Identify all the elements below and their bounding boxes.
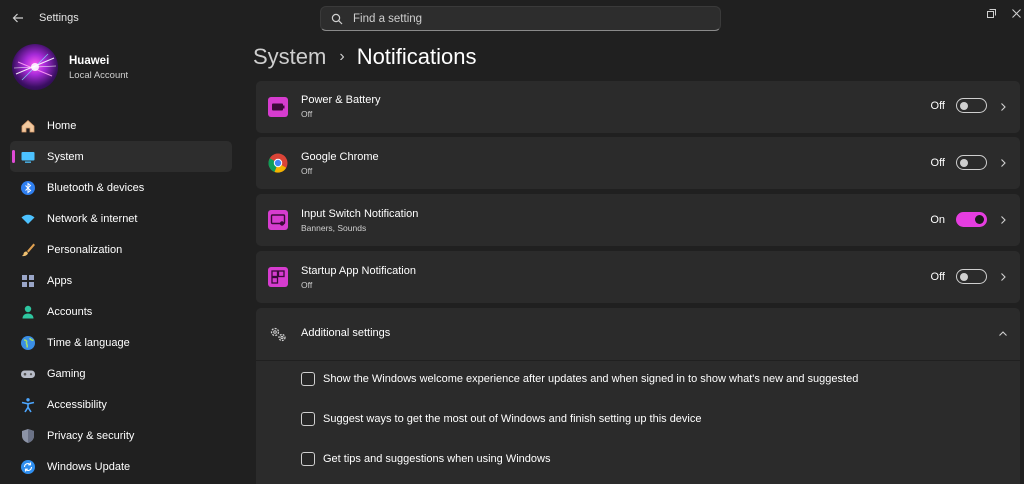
sidebar-item-accessibility[interactable]: Accessibility (10, 389, 232, 420)
accessibility-icon (19, 396, 37, 414)
chevron-right-icon[interactable] (998, 158, 1008, 168)
sidebar-item-label: Gaming (47, 367, 86, 380)
sidebar-nav: Home System Bluetooth & devices Network … (10, 110, 232, 482)
additional-settings-title: Additional settings (301, 327, 391, 339)
app-name: Google Chrome (301, 151, 379, 163)
breadcrumb-parent[interactable]: System (253, 44, 326, 70)
checkbox-label: Get tips and suggestions when using Wind… (323, 453, 551, 465)
chrome-icon (268, 153, 288, 173)
sidebar-item-label: Apps (47, 274, 73, 287)
sidebar-item-time-language[interactable]: Time & language (10, 327, 232, 358)
gears-icon (268, 325, 288, 343)
startup-app-toggle[interactable] (956, 269, 987, 284)
sidebar-item-system[interactable]: System (10, 141, 232, 172)
startup-app-icon (268, 267, 288, 287)
sidebar-item-label: Windows Update (47, 460, 131, 473)
sidebar-item-bluetooth[interactable]: Bluetooth & devices (10, 172, 232, 203)
app-detail: Off (301, 280, 313, 290)
suggest-ways-checkbox[interactable] (301, 412, 315, 426)
power-battery-toggle[interactable] (956, 98, 987, 113)
sidebar-item-label: Accessibility (47, 398, 107, 411)
sidebar-item-network[interactable]: Network & internet (10, 203, 232, 234)
app-row-google-chrome[interactable]: Google Chrome Off Off (256, 137, 1020, 189)
welcome-experience-option[interactable]: Show the Windows welcome experience afte… (301, 372, 858, 386)
sidebar-item-label: Network & internet (47, 212, 138, 225)
app-row-input-switch[interactable]: Input Switch Notification Banners, Sound… (256, 194, 1020, 246)
battery-icon (268, 97, 288, 117)
user-name: Huawei (69, 55, 110, 67)
toggle-state-label: Off (930, 271, 945, 283)
restore-button[interactable] (983, 6, 999, 20)
tips-suggestions-checkbox[interactable] (301, 452, 315, 466)
tips-suggestions-option[interactable]: Get tips and suggestions when using Wind… (301, 452, 550, 466)
app-row-startup-app[interactable]: Startup App Notification Off Off (256, 251, 1020, 303)
checkbox-label: Suggest ways to get the most out of Wind… (323, 413, 702, 425)
sidebar-item-label: Personalization (47, 243, 123, 256)
search-input[interactable] (351, 11, 695, 26)
app-row-power-battery[interactable]: Power & Battery Off Off (256, 81, 1020, 133)
app-detail: Off (301, 166, 313, 176)
gamepad-icon (19, 365, 37, 383)
sidebar-item-personalization[interactable]: Personalization (10, 234, 232, 265)
chevron-up-icon[interactable] (998, 329, 1008, 339)
sidebar-item-apps[interactable]: Apps (10, 265, 232, 296)
update-icon (19, 458, 37, 476)
suggest-ways-option[interactable]: Suggest ways to get the most out of Wind… (301, 412, 702, 426)
app-name: Power & Battery (301, 94, 381, 106)
input-switch-icon (268, 210, 288, 230)
toggle-state-label: On (930, 214, 945, 226)
bluetooth-icon (19, 179, 37, 197)
system-icon (19, 148, 37, 166)
chevron-right-icon[interactable] (998, 215, 1008, 225)
app-detail: Banners, Sounds (301, 223, 367, 233)
home-icon (19, 117, 37, 135)
back-arrow-icon (12, 13, 23, 23)
breadcrumb-separator: › (339, 48, 345, 65)
shield-icon (19, 427, 37, 445)
page-title: Notifications (356, 44, 477, 69)
restore-icon (986, 8, 996, 18)
sidebar-item-label: Accounts (47, 305, 93, 318)
brush-icon (19, 241, 37, 259)
apps-icon (19, 272, 37, 290)
sidebar-item-accounts[interactable]: Accounts (10, 296, 232, 327)
sidebar-item-gaming[interactable]: Gaming (10, 358, 232, 389)
chevron-right-icon[interactable] (998, 102, 1008, 112)
additional-settings-header[interactable]: Additional settings (256, 308, 1020, 360)
globe-icon (19, 334, 37, 352)
sidebar-item-windows-update[interactable]: Windows Update (10, 451, 232, 482)
app-detail: Off (301, 109, 313, 119)
app-name: Startup App Notification (301, 265, 416, 277)
sidebar-item-label: System (47, 150, 84, 163)
close-window-button[interactable] (1008, 6, 1024, 20)
sidebar-item-home[interactable]: Home (10, 110, 232, 141)
chevron-right-icon[interactable] (998, 272, 1008, 282)
sidebar-item-label: Bluetooth & devices (47, 181, 145, 194)
back-button[interactable] (8, 8, 28, 28)
account-type: Local Account (69, 70, 129, 81)
sidebar-item-label: Time & language (47, 336, 130, 349)
sidebar-item-label: Home (47, 119, 77, 132)
welcome-experience-checkbox[interactable] (301, 372, 315, 386)
toggle-state-label: Off (930, 157, 945, 169)
close-icon (1011, 8, 1021, 18)
toggle-state-label: Off (930, 100, 945, 112)
avatar[interactable] (12, 44, 58, 90)
google-chrome-toggle[interactable] (956, 155, 987, 170)
input-switch-toggle[interactable] (956, 212, 987, 227)
avatar-artwork-icon (13, 53, 57, 81)
account-icon (19, 303, 37, 321)
sidebar-item-label: Privacy & security (47, 429, 135, 442)
breadcrumb: System › Notifications (253, 44, 477, 70)
search-icon (331, 13, 343, 24)
app-name: Input Switch Notification (301, 208, 419, 220)
checkbox-label: Show the Windows welcome experience afte… (323, 373, 859, 385)
sidebar-item-privacy-security[interactable]: Privacy & security (10, 420, 232, 451)
window-title: Settings (39, 12, 79, 24)
search-box[interactable] (320, 6, 721, 31)
wifi-icon (19, 210, 37, 228)
additional-settings-panel: Show the Windows welcome experience afte… (256, 361, 1020, 484)
